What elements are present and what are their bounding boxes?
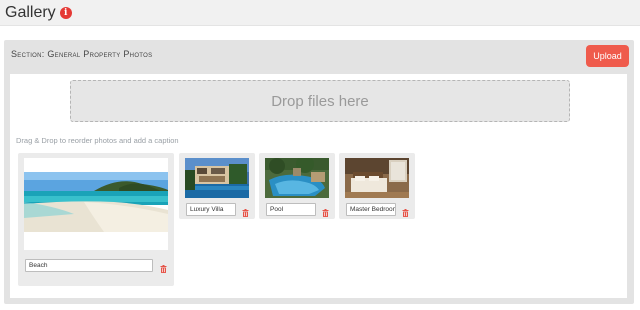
dropzone[interactable]: Drop files here (70, 80, 570, 122)
pool-photo (265, 158, 329, 198)
trash-icon[interactable] (242, 204, 249, 217)
info-icon[interactable]: i (59, 6, 72, 19)
gallery-header: Gallery i (0, 0, 640, 26)
upload-button[interactable]: Upload (586, 45, 629, 67)
page-title: Gallery (5, 3, 56, 21)
section-title: Section: General Property Photos (11, 49, 153, 59)
photo-card-beach[interactable] (18, 153, 174, 286)
caption-input-luxury-villa[interactable] (186, 203, 236, 216)
bedroom-photo (345, 158, 409, 198)
trash-icon[interactable] (322, 204, 329, 217)
caption-input-master-bedroom[interactable] (346, 203, 396, 216)
photo-card-pool[interactable] (259, 153, 335, 219)
villa-photo (185, 158, 249, 198)
section-header: Section: General Property Photos Upload (4, 40, 634, 72)
photo-card-master-bedroom[interactable] (339, 153, 415, 219)
beach-photo (24, 158, 168, 250)
dropzone-label: Drop files here (271, 92, 369, 110)
caption-input-pool[interactable] (266, 203, 316, 216)
caption-input-beach[interactable] (25, 259, 153, 272)
photo-card-luxury-villa[interactable] (179, 153, 255, 219)
photo-section: Section: General Property Photos Upload … (4, 40, 634, 304)
trash-icon[interactable] (402, 204, 409, 217)
reorder-hint: Drag & Drop to reorder photos and add a … (16, 136, 179, 145)
section-body: Drop files here Drag & Drop to reorder p… (10, 74, 627, 298)
trash-icon[interactable] (160, 260, 167, 273)
